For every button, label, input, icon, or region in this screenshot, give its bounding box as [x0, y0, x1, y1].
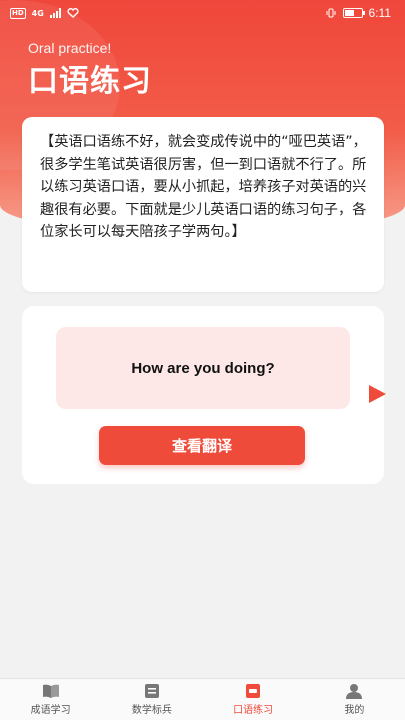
intro-text: 【英语口语练不好，就会变成传说中的“哑巴英语”，很多学生笔试英语很厉害，但一到口…	[40, 134, 367, 240]
status-bar: HD 4G 6:11	[0, 0, 405, 26]
tab-label: 数学标兵	[131, 705, 172, 716]
vibrate-icon	[326, 8, 336, 18]
view-translation-button[interactable]: 查看翻译	[99, 426, 305, 465]
status-left: HD 4G	[10, 7, 79, 19]
hd-badge: HD	[10, 7, 26, 19]
practice-card: How are you doing? 查看翻译	[22, 306, 384, 484]
bottom-tab-bar: 成语学习 数学标兵 口语练习 我的	[0, 678, 405, 720]
status-right: 6:11	[325, 6, 391, 20]
sentence-box: How are you doing?	[56, 327, 350, 409]
tab-oral-practice[interactable]: 口语练习	[203, 679, 304, 720]
page-subtitle: Oral practice!	[28, 40, 112, 56]
heart-icon	[67, 8, 79, 18]
practice-sentence: How are you doing?	[131, 359, 275, 377]
intro-card: 【英语口语练不好，就会变成传说中的“哑巴英语”，很多学生笔试英语很厉害，但一到口…	[22, 117, 384, 292]
tab-math-champion[interactable]: 数学标兵	[101, 679, 202, 720]
document-icon	[144, 684, 159, 698]
book-icon	[42, 684, 59, 698]
signal-icon	[49, 8, 61, 18]
status-time: 6:11	[368, 6, 391, 20]
network-label: 4G	[31, 8, 44, 18]
tab-label: 口语练习	[233, 705, 274, 716]
tab-label: 我的	[344, 705, 365, 716]
tab-mine[interactable]: 我的	[304, 679, 405, 720]
battery-icon	[342, 8, 365, 18]
user-icon	[346, 684, 363, 699]
tab-idiom-study[interactable]: 成语学习	[0, 679, 101, 720]
tab-label: 成语学习	[30, 705, 71, 716]
page-title: 口语练习	[28, 64, 152, 99]
play-arrow-icon[interactable]	[369, 385, 386, 403]
chat-icon	[246, 684, 261, 698]
